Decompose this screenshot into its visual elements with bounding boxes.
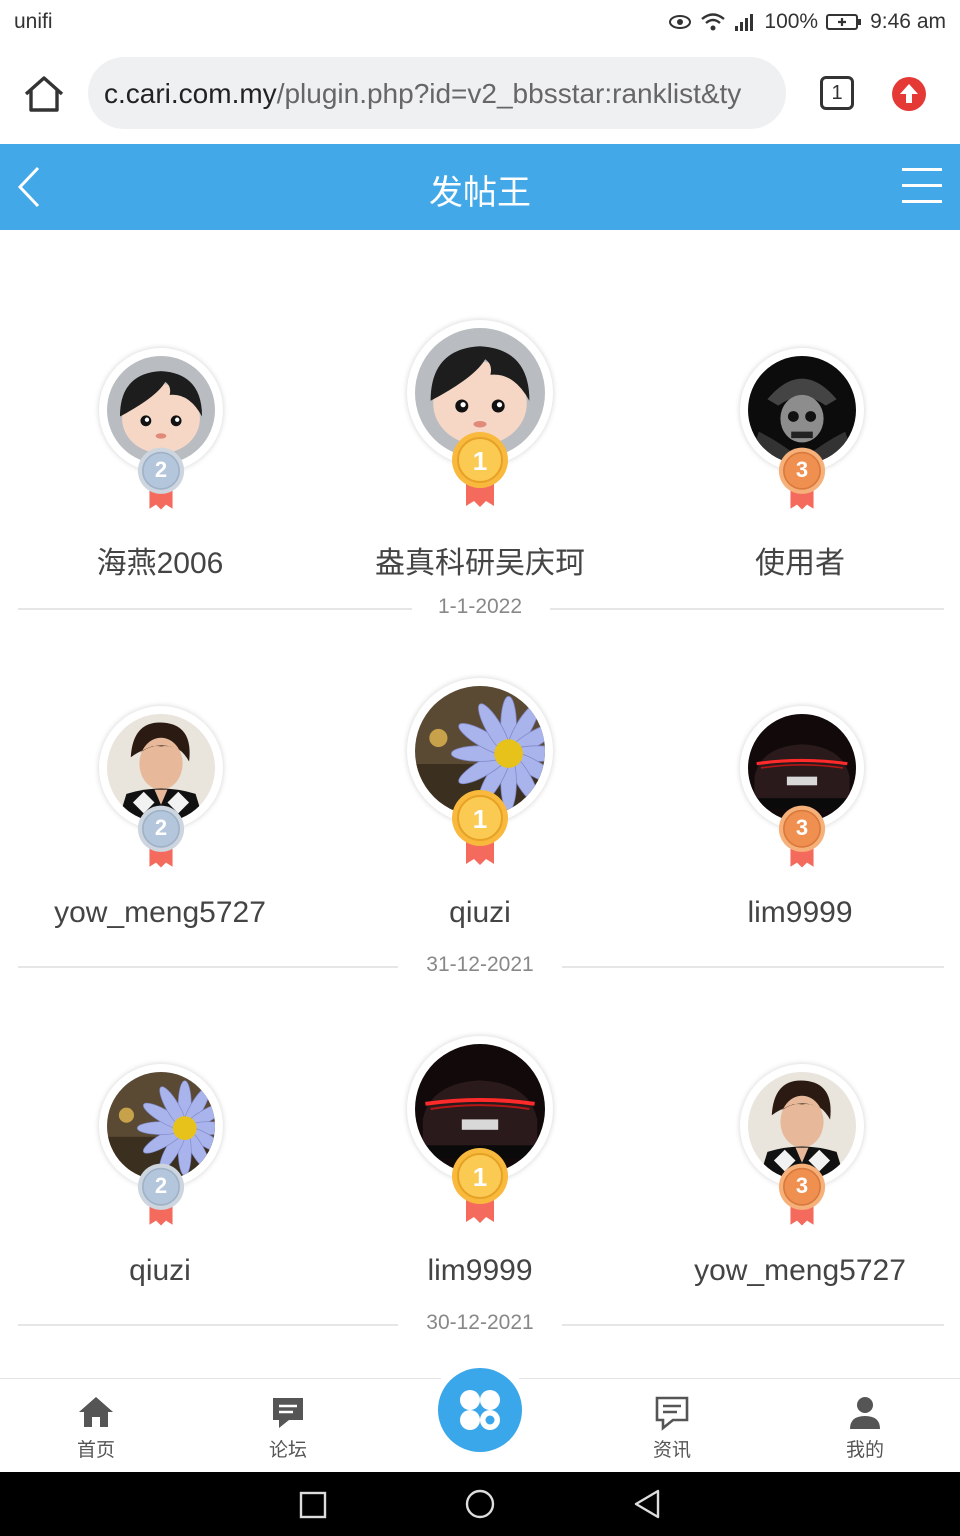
username[interactable]: 海燕2006: [0, 538, 320, 582]
menu-line: [902, 168, 942, 171]
menu-line: [902, 200, 942, 203]
center-action-fill: [438, 1368, 522, 1452]
medal-rank: 2: [154, 457, 168, 482]
date-label: 30-12-2021: [426, 1311, 534, 1334]
battery-charging-icon: [826, 14, 862, 30]
system-nav-bar: [0, 1472, 960, 1536]
nav-mine[interactable]: 我的: [785, 1379, 945, 1473]
status-icons: 100% 9:46 am: [668, 10, 946, 34]
clock: 9:46 am: [870, 10, 946, 33]
center-action-button[interactable]: [430, 1360, 530, 1460]
medal-rank: 1: [472, 1162, 488, 1192]
update-button[interactable]: [892, 77, 926, 111]
menu-button[interactable]: [900, 166, 944, 206]
eye-icon: [669, 15, 692, 29]
username[interactable]: 使用者: [640, 538, 960, 582]
status-bar: unifi 100% 9:46 am: [0, 0, 960, 44]
home-button[interactable]: [22, 74, 66, 114]
nav-forum-label: 论坛: [268, 1440, 307, 1461]
medal-rank: 2: [154, 815, 168, 840]
back-triangle-icon[interactable]: [632, 1488, 662, 1520]
nav-news-label: 资讯: [652, 1440, 691, 1461]
nav-forum[interactable]: 论坛: [208, 1379, 368, 1473]
day-group: 2 yow_meng5727 1 qiuzi 3 lim9999 31-12-2…: [0, 588, 960, 976]
day-group: 2 海燕2006 1 盎真科研吴庆珂 3 使用者 1-1-2022: [0, 230, 960, 618]
medal-rank: 2: [154, 1173, 168, 1198]
browser-toolbar: c.cari.com.my/plugin.php?id=v2_bbsstar:r…: [0, 44, 960, 144]
url-path: /plugin.php?id=v2_bbsstar:ranklist&ty: [276, 78, 742, 109]
nav-mine-label: 我的: [845, 1440, 884, 1461]
wifi-icon: [701, 13, 726, 31]
username[interactable]: qiuzi: [0, 1254, 320, 1288]
username[interactable]: yow_meng5727: [640, 1254, 960, 1288]
medal-rank: 3: [795, 457, 809, 482]
username[interactable]: qiuzi: [320, 896, 640, 930]
url-host: c.cari.com.my: [104, 78, 277, 109]
nav-home[interactable]: 首页: [16, 1379, 176, 1473]
user-icon: [850, 1397, 880, 1429]
medal-rank: 3: [795, 815, 809, 840]
carrier-label: unifi: [14, 10, 53, 33]
medal-rank: 3: [795, 1173, 809, 1198]
tab-switcher-button[interactable]: 1: [820, 76, 854, 110]
home-icon: [79, 1397, 113, 1427]
menu-line: [902, 184, 942, 187]
arrow-up-icon: [900, 84, 918, 103]
page-title: 发帖王: [429, 174, 531, 212]
battery-percent: 100%: [764, 10, 819, 33]
username[interactable]: lim9999: [640, 896, 960, 930]
username[interactable]: 盎真科研吴庆珂: [320, 538, 640, 582]
signal-icon: [735, 14, 754, 31]
home-icon: [24, 76, 64, 112]
forum-icon: [273, 1398, 303, 1428]
medal-rank: 1: [472, 804, 488, 834]
username[interactable]: lim9999: [320, 1254, 640, 1288]
recents-icon[interactable]: [299, 1491, 327, 1519]
url-field[interactable]: c.cari.com.my/plugin.php?id=v2_bbsstar:r…: [88, 57, 786, 129]
username[interactable]: yow_meng5727: [0, 896, 320, 930]
app-header: 发帖王: [0, 144, 960, 230]
nav-news[interactable]: 资讯: [592, 1379, 752, 1473]
ranking-list: 2 海燕2006 1 盎真科研吴庆珂 3 使用者 1-1-2022 2 yow_…: [0, 230, 960, 1378]
chat-icon: [655, 1396, 689, 1431]
medal-rank: 1: [472, 446, 488, 476]
apps-icon: [460, 1390, 500, 1430]
nav-home-label: 首页: [76, 1440, 115, 1461]
home-circle-icon[interactable]: [464, 1488, 496, 1520]
day-group: 2 qiuzi 1 lim9999 3 yow_meng5727 30-12-2…: [0, 946, 960, 1334]
